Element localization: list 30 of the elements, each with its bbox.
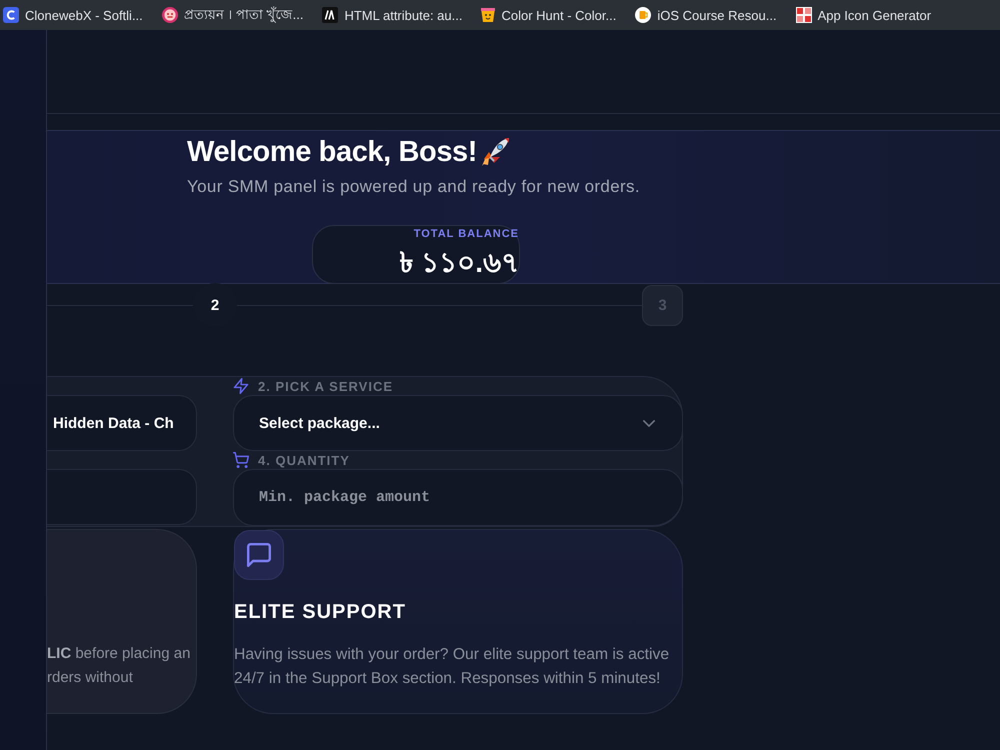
text-field[interactable]: Hidden Data - Ch [47,395,197,451]
info-text: LIC before placing an rders without [47,644,192,688]
card-title: ELITE SUPPORT [234,600,406,625]
welcome-subtitle: Your SMM panel is powered up and ready for new orders. [187,176,641,198]
tile-icon [3,7,19,23]
welcome-title: Welcome back, Boss! [187,135,478,170]
cart-icon [233,452,249,468]
balance-label: TOTAL BALANCE [414,227,519,241]
cup-icon [481,7,496,23]
quantity-field[interactable]: Min. package amount [233,469,683,526]
chevron-icon [643,420,655,426]
chat-icon [234,530,284,580]
bookmark-item[interactable]: HTML attribute: au... [322,7,462,23]
bookmark-item[interactable]: Color Hunt - Color... [481,7,616,23]
tile-icon [322,7,338,23]
rocket-icon [480,137,510,167]
bookmark-item[interactable]: iOS Course Resou... [635,7,777,23]
grid-icon [796,7,812,23]
card-text: Having issues with your order? Our elite support team is active 24/7 in the Support Box section. Responses within 5 minutes! [234,645,670,689]
select-field[interactable]: Select package... [233,395,683,451]
balance-amount: ৳ ১১০.৬৭ [399,247,519,279]
field-label: 4. QUANTITY [258,452,350,468]
face-icon [162,7,178,23]
bookmark-item[interactable]: ClonewebX - Softli... [3,7,143,23]
lightning-icon [233,378,249,394]
bookmark-item[interactable]: প্রত্যয়ন । পাতা খুঁজে... [162,4,304,26]
mug-icon [635,7,652,23]
field-label: 2. PICK A SERVICE [258,378,393,394]
bookmark-item[interactable]: App Icon Generator [796,7,932,23]
input-field[interactable] [47,469,197,525]
